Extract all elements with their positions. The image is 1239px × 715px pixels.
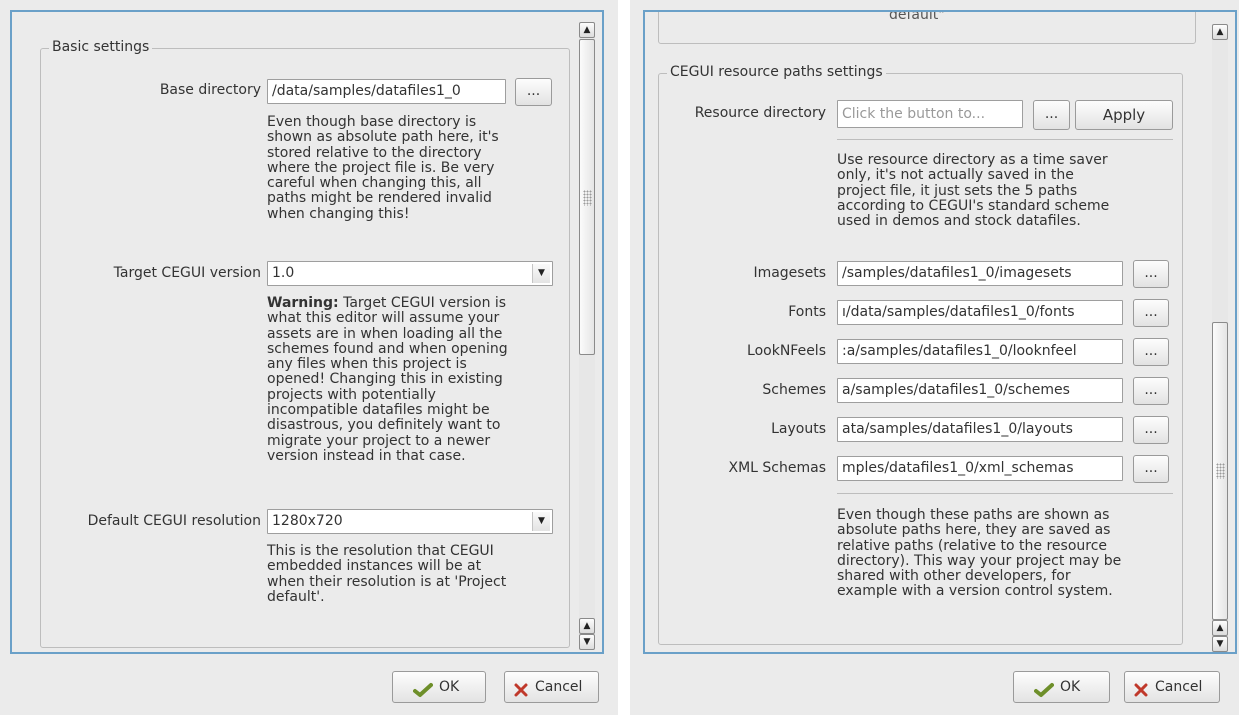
cancel-button[interactable]: Cancel: [504, 671, 599, 703]
path-label-imagesets: Imagesets: [753, 265, 826, 281]
base-directory-field[interactable]: /data/samples/datafiles1_0: [267, 79, 506, 104]
ok-button[interactable]: OK: [392, 671, 486, 703]
path-label-xml-schemas: XML Schemas: [728, 460, 826, 476]
warning-label: Warning:: [267, 295, 339, 311]
scroll-up-arrow-icon[interactable]: ▲: [1212, 620, 1228, 636]
previous-group-box: default": [658, 10, 1196, 44]
apply-button[interactable]: Apply: [1075, 100, 1173, 130]
chevron-down-icon[interactable]: ▼: [532, 512, 550, 531]
truncated-text-fragment: default": [889, 10, 945, 23]
scroll-down-arrow-icon[interactable]: ▼: [1212, 636, 1228, 652]
left-scroll-area: Basic settings Base directory /data/samp…: [10, 10, 604, 654]
path-label-layouts: Layouts: [771, 421, 826, 437]
path-label-looknfeels: LookNFeels: [747, 343, 826, 359]
default-resolution-combo[interactable]: 1280x720 ▼: [267, 509, 553, 534]
path-browse-xml-schemas[interactable]: ...: [1133, 455, 1169, 483]
separator: [837, 139, 1173, 140]
grip-icon: [1216, 463, 1225, 479]
right-settings-pane: default" CEGUI resource paths settings R…: [630, 0, 1239, 715]
resource-directory-browse-button[interactable]: ...: [1033, 100, 1070, 130]
grip-icon: [583, 190, 592, 206]
resource-directory-help: Use resource directory as a time saver o…: [837, 152, 1110, 230]
ok-check-icon: [1034, 679, 1054, 709]
left-vertical-scrollbar[interactable]: ▲ ▲ ▼: [578, 22, 598, 650]
ok-check-icon: [413, 679, 433, 709]
target-version-warning: Warning: Target CEGUI version is what th…: [267, 295, 508, 464]
cancel-x-icon: [1133, 679, 1149, 709]
chevron-down-icon[interactable]: ▼: [532, 264, 550, 283]
scroll-up-arrow-icon[interactable]: ▲: [579, 618, 595, 634]
scrollbar-thumb[interactable]: [1212, 322, 1228, 620]
path-field-schemes[interactable]: a/samples/datafiles1_0/schemes: [837, 378, 1123, 403]
path-field-layouts[interactable]: ata/samples/datafiles1_0/layouts: [837, 417, 1123, 442]
base-directory-browse-button[interactable]: ...: [515, 78, 552, 106]
path-browse-fonts[interactable]: ...: [1133, 299, 1169, 327]
separator: [837, 493, 1173, 494]
path-field-xml-schemas[interactable]: mples/datafiles1_0/xml_schemas: [837, 456, 1123, 481]
left-settings-pane: Basic settings Base directory /data/samp…: [0, 0, 618, 715]
path-browse-layouts[interactable]: ...: [1133, 416, 1169, 444]
scroll-up-arrow-icon[interactable]: ▲: [1212, 24, 1228, 40]
target-version-label: Target CEGUI version: [113, 265, 261, 281]
right-vertical-scrollbar[interactable]: ▲ ▲ ▼: [1211, 24, 1231, 652]
ok-button[interactable]: OK: [1013, 671, 1110, 703]
base-directory-help: Even though base directory is shown as a…: [267, 114, 499, 222]
path-field-imagesets[interactable]: /samples/datafiles1_0/imagesets: [837, 261, 1123, 286]
basic-settings-title: Basic settings: [49, 39, 153, 55]
target-version-value: 1.0: [272, 265, 295, 281]
path-field-fonts[interactable]: ı/data/samples/datafiles1_0/fonts: [837, 300, 1123, 325]
cancel-button[interactable]: Cancel: [1124, 671, 1220, 703]
default-resolution-value: 1280x720: [272, 513, 343, 529]
path-browse-looknfeels[interactable]: ...: [1133, 338, 1169, 366]
path-browse-schemes[interactable]: ...: [1133, 377, 1169, 405]
base-directory-label: Base directory: [159, 82, 261, 98]
resource-directory-label: Resource directory: [694, 105, 826, 121]
scroll-up-arrow-icon[interactable]: ▲: [579, 22, 595, 38]
default-resolution-label: Default CEGUI resolution: [87, 513, 261, 529]
scroll-down-arrow-icon[interactable]: ▼: [579, 634, 595, 650]
path-browse-imagesets[interactable]: ...: [1133, 260, 1169, 288]
resource-directory-field[interactable]: Click the button to...: [837, 100, 1023, 128]
paths-help: Even though these paths are shown as abs…: [837, 507, 1122, 600]
cancel-x-icon: [513, 679, 529, 709]
path-label-fonts: Fonts: [788, 304, 826, 320]
path-field-looknfeels[interactable]: :a/samples/datafiles1_0/looknfeel: [837, 339, 1123, 364]
target-version-combo[interactable]: 1.0 ▼: [267, 261, 553, 286]
cegui-resource-paths-title: CEGUI resource paths settings: [667, 64, 886, 80]
scrollbar-thumb[interactable]: [579, 39, 595, 355]
default-resolution-help: This is the resolution that CEGUI embedd…: [267, 543, 507, 605]
right-scroll-area: default" CEGUI resource paths settings R…: [643, 10, 1237, 654]
path-label-schemes: Schemes: [762, 382, 826, 398]
